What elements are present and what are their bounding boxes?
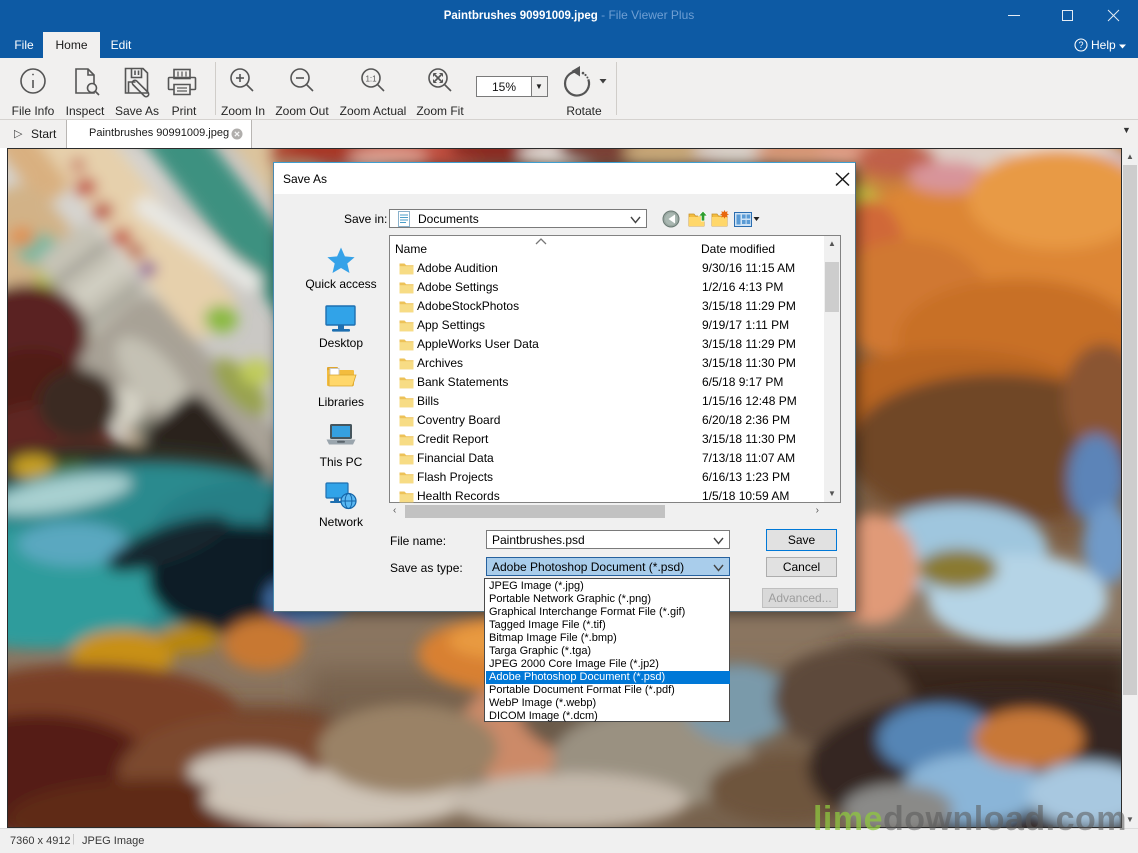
svg-text:1:1: 1:1: [365, 75, 377, 84]
svg-text:?: ?: [1078, 40, 1083, 50]
